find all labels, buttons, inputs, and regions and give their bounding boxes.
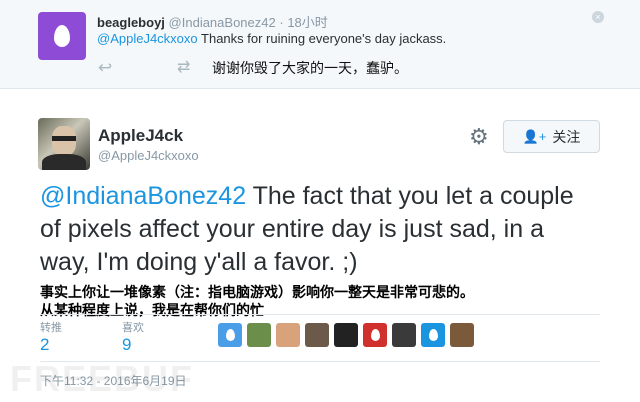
user-avatar[interactable]	[247, 323, 271, 347]
egg-icon	[428, 329, 438, 341]
tweet-author-name[interactable]: AppleJ4ck	[98, 126, 183, 146]
avatar[interactable]	[38, 118, 90, 170]
egg-icon	[225, 329, 235, 341]
user-avatar[interactable]	[305, 323, 329, 347]
retweet-stat[interactable]: 转推 2	[40, 319, 62, 355]
close-icon[interactable]: ×	[592, 11, 604, 23]
liker-avatars	[218, 323, 474, 347]
stat-label: 转推	[40, 322, 62, 334]
mention-link[interactable]: @IndianaBonez42	[40, 182, 246, 210]
translation-note: 谢谢你毁了大家的一天，蠢驴。	[212, 60, 408, 76]
reply-time[interactable]: 18小时	[287, 15, 327, 30]
egg-avatar[interactable]	[218, 323, 242, 347]
translation-line-1: 事实上你让一堆像素（注：指电脑游戏）影响你一整天是非常可悲的。	[40, 284, 474, 300]
stat-label: 喜欢	[122, 322, 144, 334]
glasses-shape	[52, 136, 76, 141]
user-avatar[interactable]	[334, 323, 358, 347]
reply-icon[interactable]: ↩	[98, 58, 112, 78]
follow-label: 关注	[552, 128, 581, 145]
egg-icon	[370, 329, 380, 341]
avatar[interactable]	[38, 12, 86, 60]
egg-avatar[interactable]	[421, 323, 445, 347]
user-avatar[interactable]	[276, 323, 300, 347]
tweet-stats: 转推 2 喜欢 9	[40, 314, 600, 362]
reply-author-name[interactable]: beagleboyj	[97, 15, 165, 30]
user-avatar[interactable]	[392, 323, 416, 347]
stat-value: 9	[122, 335, 132, 354]
likes-stat[interactable]: 喜欢 9	[122, 319, 144, 355]
shirt-shape	[42, 154, 86, 170]
reply-author-handle[interactable]: @IndianaBonez42	[169, 15, 276, 30]
tweet-author-handle[interactable]: @AppleJ4ckxoxo	[98, 148, 199, 163]
separator: ·	[279, 15, 284, 30]
add-user-icon: 👤+	[522, 128, 547, 144]
reply-text: @AppleJ4ckxoxo Thanks for ruining everyo…	[97, 31, 446, 46]
egg-avatar[interactable]	[363, 323, 387, 347]
reply-header: beagleboyj @IndianaBonez42 · 18小时	[97, 12, 328, 31]
user-avatar[interactable]	[450, 323, 474, 347]
tweet-text: @IndianaBonez42 The fact that you let a …	[40, 180, 600, 279]
follow-button[interactable]: 👤+ 关注	[503, 120, 600, 153]
reply-tweet: beagleboyj @IndianaBonez42 · 18小时 @Apple…	[0, 0, 640, 89]
stat-value: 2	[40, 335, 50, 354]
face-shape	[52, 126, 76, 156]
gear-icon[interactable]: ⚙	[469, 124, 489, 150]
watermark: FREEBUF	[10, 358, 194, 399]
reply-body-text: Thanks for ruining everyone's day jackas…	[197, 31, 447, 46]
retweet-icon[interactable]: ⇄	[177, 57, 190, 77]
egg-icon	[54, 25, 70, 47]
mention-link[interactable]: @AppleJ4ckxoxo	[97, 31, 198, 46]
